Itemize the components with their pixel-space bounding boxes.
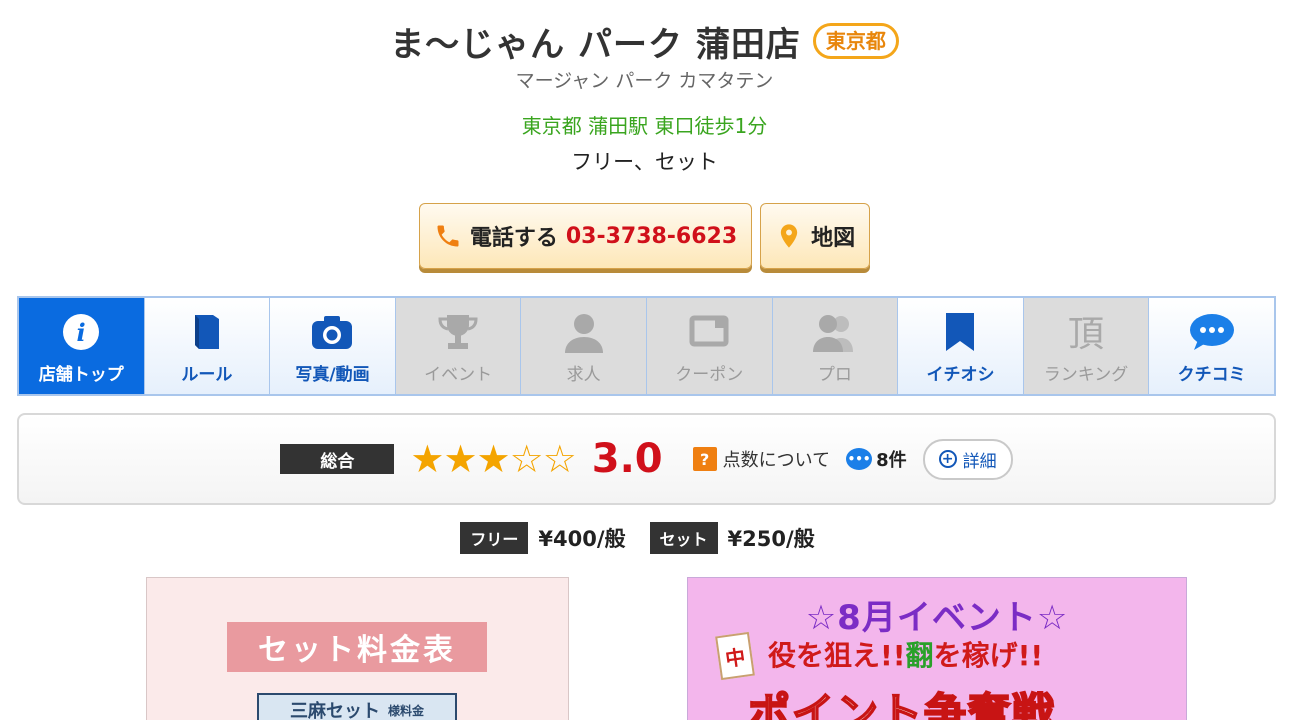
phone-number: 03-3738-6623 (565, 223, 738, 249)
star-rating: ★★★☆☆ (410, 437, 577, 481)
score-about-link[interactable]: ? 点数について (692, 446, 831, 472)
help-icon: ? (692, 447, 717, 471)
prefecture-badge[interactable]: 東京都 (812, 23, 899, 59)
detail-label: 詳細 (962, 451, 997, 472)
tab-pickup[interactable]: イチオシ (898, 298, 1024, 394)
tab-label: 店舗トップ (38, 365, 124, 385)
star-filled-icon: ★ (443, 437, 477, 481)
tagline-part-3: を稼げ!! (933, 639, 1044, 672)
phone-icon (437, 225, 459, 247)
price-value-free: ¥400/般 (538, 527, 626, 551)
ticket-icon (685, 310, 733, 354)
person-icon (560, 310, 608, 354)
shop-name: ま〜じゃん パーク 蒲田店 (390, 24, 801, 65)
tab-label: クチコミ (1177, 365, 1246, 385)
tab-jobs[interactable]: 求人 (521, 298, 647, 394)
star-filled-icon: ★ (410, 437, 444, 481)
chat-bubble-icon (1188, 310, 1236, 354)
tab-label: 求人 (566, 365, 601, 385)
set-price-banner[interactable]: セット料金表 三麻セット 様料金 (146, 577, 569, 720)
tab-rules[interactable]: ルール (144, 298, 271, 394)
call-button[interactable]: 電話する 03-3738-6623 (418, 203, 753, 269)
event-title: ☆8月イベント☆ (805, 598, 1069, 638)
tab-label: クーポン (675, 365, 744, 385)
call-label: 電話する (469, 226, 558, 251)
action-row: 電話する 03-3738-6623 地図 (0, 203, 1289, 269)
shop-header: ま〜じゃん パーク 蒲田店 東京都 マージャン パーク カマタテン 東京都 蒲田… (0, 0, 1289, 269)
tab-reviews[interactable]: クチコミ (1149, 298, 1274, 394)
price-tag-free: フリー (460, 522, 529, 554)
map-label: 地図 (811, 226, 856, 251)
svg-text:i: i (77, 318, 86, 347)
trophy-icon (434, 310, 482, 354)
mahjong-tile-icon: 中 (715, 631, 755, 681)
tab-label: イチオシ (926, 365, 995, 385)
detail-button[interactable]: + 詳細 (922, 438, 1013, 480)
rating-summary: 総合 ★★★☆☆ 3.0 ? 点数について ••• 8件 + 詳細 (17, 413, 1276, 505)
tab-coupons[interactable]: クーポン (646, 298, 773, 394)
title-row: ま〜じゃん パーク 蒲田店 東京都 (0, 18, 1289, 65)
event-headline: ポイント争奪戦 (747, 688, 1057, 720)
tab-label: ランキング (1043, 365, 1129, 385)
price-row: フリー ¥400/般 セット ¥250/般 (0, 522, 1289, 554)
tab-label: プロ (817, 365, 852, 385)
info-icon: i (57, 310, 105, 354)
score-about-label: 点数について (722, 450, 831, 471)
star-empty-icon: ☆ (509, 437, 544, 481)
tagline-part-2: 翻 (905, 639, 934, 672)
tab-shop-top[interactable]: i 店舗トップ (19, 298, 145, 394)
map-pin-icon (781, 224, 798, 248)
shop-kana: マージャン パーク カマタテン (515, 70, 774, 92)
review-count-link[interactable]: ••• 8件 (846, 446, 907, 472)
banner-subtitle: 三麻セット 様料金 (257, 693, 457, 720)
book-icon (183, 310, 231, 354)
tab-label: 写真/動画 (295, 365, 370, 385)
overall-label: 総合 (280, 444, 395, 474)
tab-ranking[interactable]: 頂 ランキング (1023, 298, 1150, 394)
game-types: フリー、セット (571, 150, 718, 174)
rank-kanji-icon: 頂 (1062, 310, 1110, 354)
tab-pros[interactable]: プロ (772, 298, 899, 394)
star-filled-icon: ★ (476, 437, 511, 481)
banner-sub-small: 様料金 (387, 703, 424, 718)
svg-text:頂: 頂 (1068, 314, 1104, 354)
price-value-set: ¥250/般 (727, 527, 815, 551)
tagline-part-1: 役を狙え!! (768, 639, 906, 672)
banner-sub-main: 三麻セット (289, 701, 380, 720)
tab-label: ルール (181, 365, 233, 385)
shop-access[interactable]: 東京都 蒲田駅 東口徒歩1分 (0, 110, 1289, 138)
event-tagline: 役を狙え!!翻を稼げ!! (768, 634, 1043, 674)
rating-score: 3.0 (591, 436, 663, 482)
tab-events[interactable]: イベント (395, 298, 522, 394)
comment-icon: ••• (846, 448, 873, 470)
star-empty-icon: ☆ (542, 437, 577, 481)
camera-icon (308, 310, 356, 354)
banner-title: セット料金表 (227, 622, 487, 672)
bookmark-icon (936, 310, 984, 354)
price-tag-set: セット (649, 522, 718, 554)
review-count: 8件 (876, 450, 907, 471)
map-button[interactable]: 地図 (760, 203, 871, 269)
shop-tab-bar: i 店舗トップ ルール 写真/動画 イベント 求人 クーポン プロ イチオシ 頂… (17, 296, 1276, 396)
tab-label: イベント (424, 365, 493, 385)
group-icon (811, 310, 859, 354)
plus-circle-icon: + (938, 450, 957, 468)
august-event-banner[interactable]: ☆8月イベント☆ 中 役を狙え!!翻を稼げ!! ポイント争奪戦 (687, 577, 1187, 720)
tab-photos[interactable]: 写真/動画 (270, 298, 396, 394)
